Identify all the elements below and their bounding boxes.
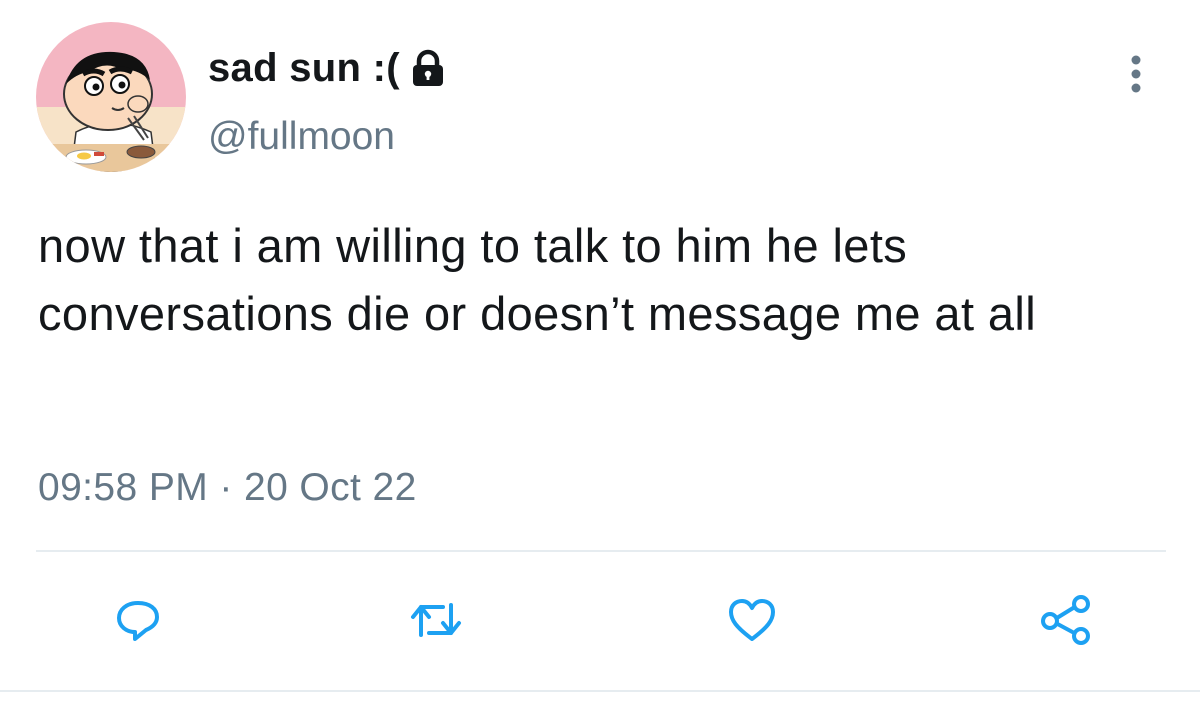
display-name[interactable]: sad sun :( [208,46,400,91]
cartoon-avatar-image [36,22,186,172]
tweet-timestamp[interactable]: 09:58 PM · 20 Oct 22 [38,466,417,510]
divider [36,550,1166,552]
user-name-row: sad sun :( [208,40,448,96]
timestamp-separator: · [208,466,244,509]
like-button[interactable] [726,596,778,648]
speech-bubble-icon [113,595,163,650]
retweet-button[interactable] [410,596,462,648]
heart-icon [726,595,778,650]
lock-icon [408,48,448,88]
bottom-divider [0,690,1200,692]
user-handle[interactable]: @fullmoon [208,115,395,159]
tweet-time: 09:58 PM [38,466,209,509]
share-nodes-icon [1038,593,1094,652]
tweet-text: now that i am willing to talk to him he … [38,219,1037,340]
reply-button[interactable] [112,596,164,648]
share-button[interactable] [1040,594,1092,648]
retweet-arrows-icon [409,595,463,650]
vertical-ellipsis-icon[interactable] [1122,52,1150,96]
tweet-date: 20 Oct 22 [244,466,417,509]
avatar[interactable] [36,22,186,172]
